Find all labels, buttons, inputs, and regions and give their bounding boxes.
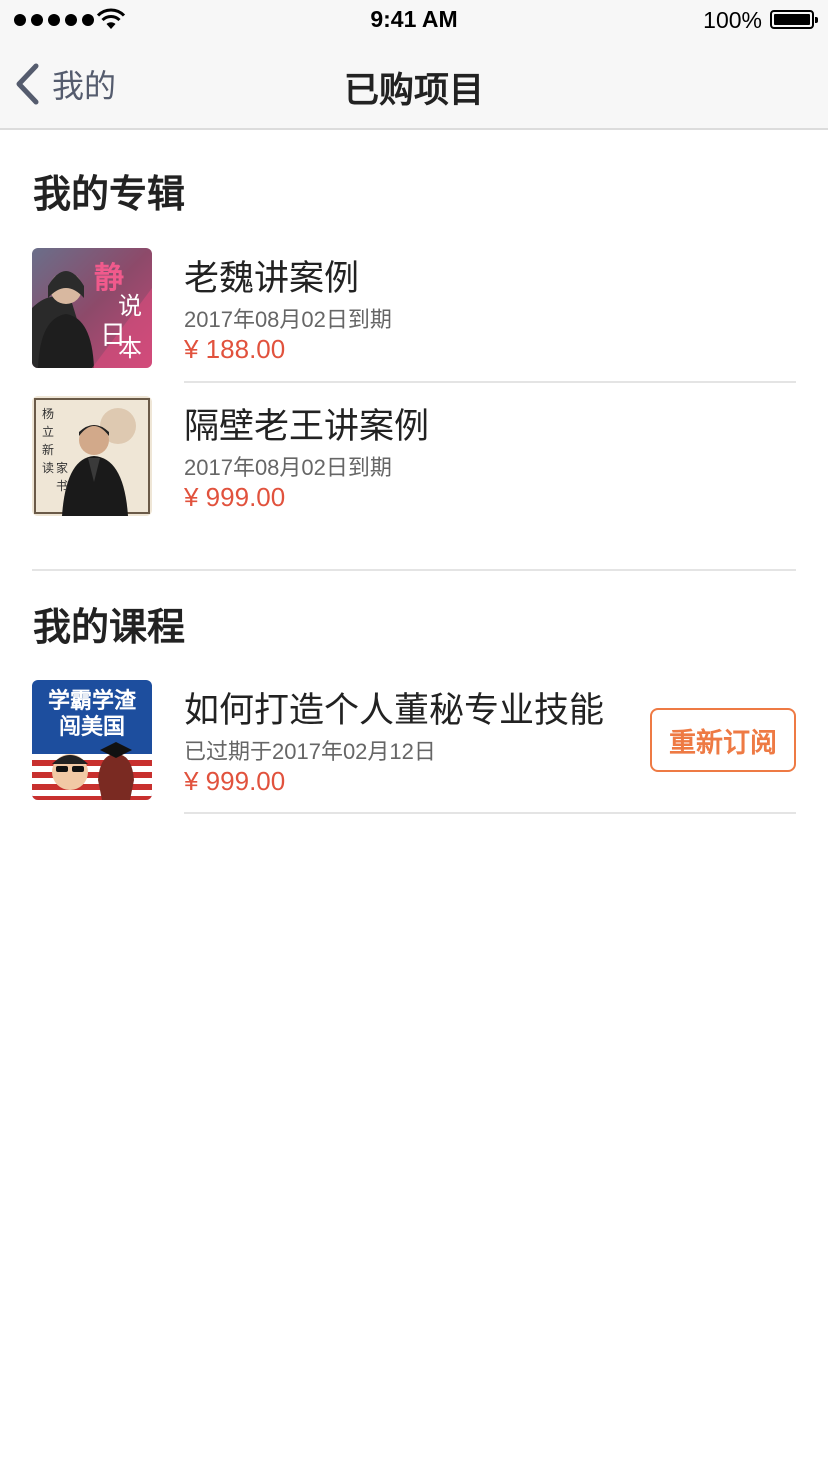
album-title: 老魏讲案例 xyxy=(184,259,360,298)
screen: 9:41 AM 100% 我的 已购项目 我的专辑 静 说 日 本 老魏讲案例 … xyxy=(0,0,828,1472)
course-expired-date: 已过期于2017年02月12日 xyxy=(184,739,436,764)
page-title: 已购项目 xyxy=(343,71,484,110)
cover-char: 静 xyxy=(94,261,124,296)
cover-title: 闯美国 xyxy=(59,714,125,740)
cover-char: 新 xyxy=(42,442,54,457)
cover-char: 本 xyxy=(118,334,142,362)
row-divider xyxy=(184,812,796,814)
cover-char: 家 xyxy=(56,460,68,475)
battery-percentage: 100% xyxy=(703,7,762,33)
course-cover-image: 学霸学渣 闯美国 xyxy=(32,680,152,800)
album-item[interactable]: 静 说 日 本 老魏讲案例 2017年08月02日到期 ¥ 188.00 xyxy=(0,248,828,384)
course-title: 如何打造个人董秘专业技能 xyxy=(184,691,605,730)
resubscribe-button[interactable]: 重新订阅 xyxy=(650,708,796,772)
cover-char: 读 xyxy=(42,461,54,475)
cover-title: 学霸学渣 xyxy=(48,688,137,714)
album-price: ¥ 188.00 xyxy=(184,334,286,364)
album-cover-image: 静 说 日 本 xyxy=(32,248,152,368)
course-item[interactable]: 学霸学渣 闯美国 如何打造个人董秘专业技能 已过期于2017年02月12日 ¥ … xyxy=(0,680,828,816)
section-divider xyxy=(32,569,796,571)
battery-icon xyxy=(770,10,818,29)
albums-section-title: 我的专辑 xyxy=(33,174,186,216)
cover-char: 杨 xyxy=(42,406,54,421)
navigation-bar: 我的 已购项目 xyxy=(0,40,828,130)
courses-section-title: 我的课程 xyxy=(33,607,186,649)
cover-char: 书 xyxy=(56,479,68,493)
album-expiry: 2017年08月02日到期 xyxy=(184,307,392,332)
album-price: ¥ 999.00 xyxy=(184,482,286,512)
row-divider xyxy=(184,381,796,383)
album-cover-image: 杨 立 新 读 家 书 xyxy=(32,396,152,516)
album-expiry: 2017年08月02日到期 xyxy=(184,455,392,480)
album-title: 隔壁老王讲案例 xyxy=(184,407,430,446)
course-price: ¥ 999.00 xyxy=(184,766,286,796)
cover-char: 立 xyxy=(42,424,54,439)
status-bar: 9:41 AM 100% xyxy=(0,0,828,40)
cover-char: 说 xyxy=(118,292,142,320)
album-item[interactable]: 杨 立 新 读 家 书 隔壁老王讲案例 2017年08月02日到期 ¥ 999.… xyxy=(0,396,828,532)
